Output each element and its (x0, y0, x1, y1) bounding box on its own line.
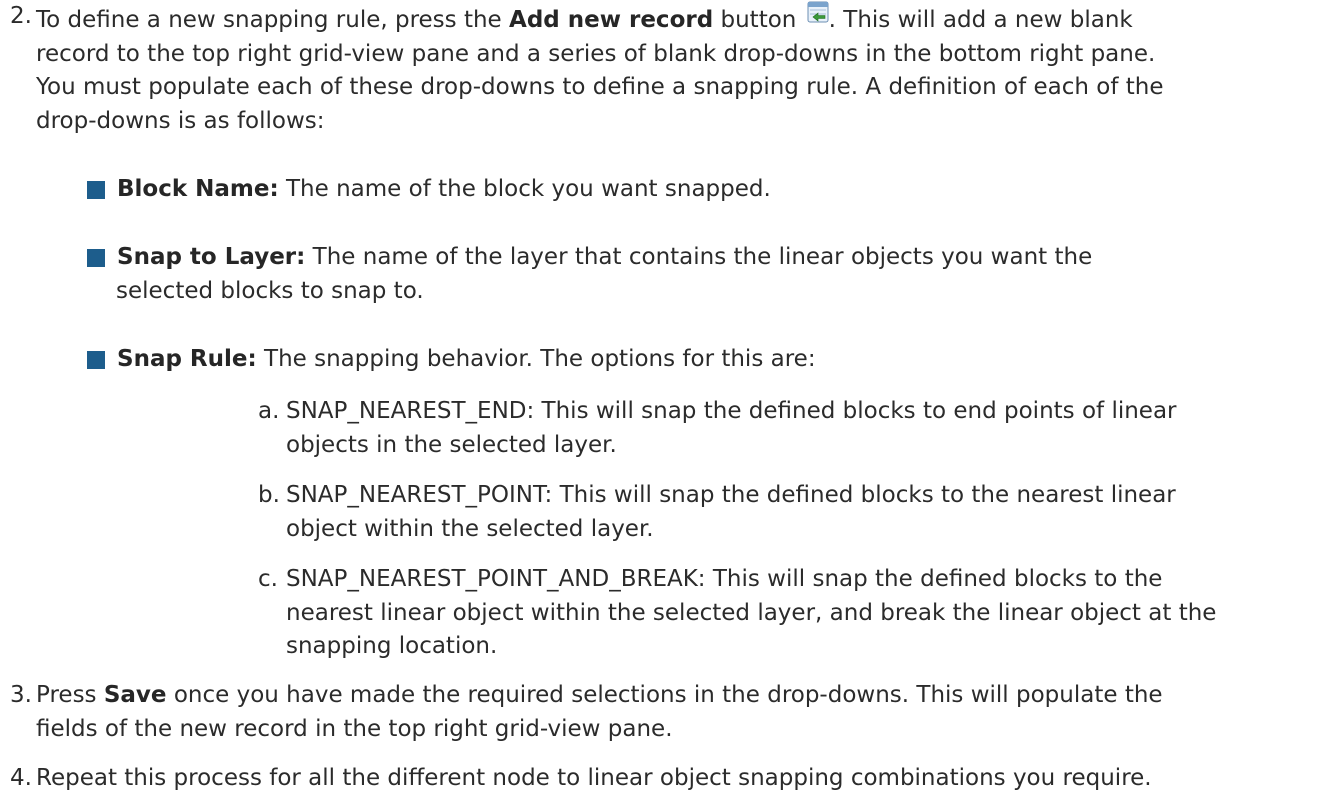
step-2-after-button: button (713, 7, 804, 33)
step-2-intro: To define a new snapping rule, press the (36, 7, 510, 33)
bullet-text: The snapping behavior. The options for t… (256, 346, 816, 372)
step-4-number: 4. (10, 765, 32, 791)
bullet-term: Snap Rule: (117, 346, 257, 372)
step-3-line2: fields of the new record in the top righ… (36, 715, 673, 742)
step-3-text: Press Save once you have made the requir… (36, 679, 1330, 746)
step-3-intro: Press (36, 682, 104, 708)
step-4-text: Repeat this process for all the differen… (36, 765, 1152, 791)
bullet-square-icon (87, 351, 105, 369)
bullet-term: Snap to Layer: (117, 244, 306, 270)
option-letter: c. (258, 566, 278, 592)
option-letter: b. (258, 482, 280, 508)
option-line1: SNAP_NEAREST_POINT: This will snap the d… (286, 482, 1176, 508)
option-line3: snapping location. (286, 633, 498, 659)
step-3: 3. Press Save once you have made the req… (10, 679, 1330, 746)
bullet-text-continued: selected blocks to snap to. (116, 277, 424, 304)
bullet-snap-to-layer: Snap to Layer: The name of the layer tha… (87, 241, 1317, 308)
bullet-text: The name of the layer that contains the … (305, 244, 1093, 270)
save-label: Save (103, 682, 167, 708)
step-2-number: 2. (10, 3, 32, 29)
step-4: 4. Repeat this process for all the diffe… (10, 762, 1330, 796)
option-a: a. SNAP_NEAREST_END: This will snap the … (258, 395, 1328, 462)
option-line1: SNAP_NEAREST_END: This will snap the def… (286, 398, 1177, 424)
step-2-line3: You must populate each of these drop-dow… (36, 74, 1164, 100)
option-letter: a. (258, 398, 280, 424)
option-line2: objects in the selected layer. (286, 431, 617, 458)
option-line1: SNAP_NEAREST_POINT_AND_BREAK: This will … (286, 566, 1163, 592)
step-3-number: 3. (10, 682, 32, 708)
add-record-icon (807, 0, 829, 23)
bullet-snap-rule: Snap Rule: The snapping behavior. The op… (87, 343, 1317, 377)
option-line2: nearest linear object within the selecte… (286, 599, 1217, 626)
bullet-text: The name of the block you want snapped. (278, 176, 771, 202)
option-c: c. SNAP_NEAREST_POINT_AND_BREAK: This wi… (258, 563, 1328, 664)
bullet-square-icon (87, 181, 105, 199)
step-2-line1-end: . This will add a new blank (828, 7, 1133, 33)
bullet-block-name: Block Name: The name of the block you wa… (87, 173, 1317, 207)
step-2-text: To define a new snapping rule, press the… (36, 0, 1330, 138)
option-line2: object within the selected layer. (286, 515, 654, 542)
bullet-term: Block Name: (117, 176, 279, 202)
step-2-line4: drop-downs is as follows: (36, 107, 325, 134)
document-page: 2. To define a new snapping rule, press … (0, 0, 1340, 808)
option-b: b. SNAP_NEAREST_POINT: This will snap th… (258, 479, 1328, 546)
step-2: 2. To define a new snapping rule, press … (10, 0, 1330, 138)
add-new-record-label: Add new record (509, 7, 714, 33)
bullet-square-icon (87, 249, 105, 267)
step-3-line1-end: once you have made the required selectio… (166, 682, 1163, 708)
step-2-line2: record to the top right grid-view pane a… (36, 40, 1156, 67)
